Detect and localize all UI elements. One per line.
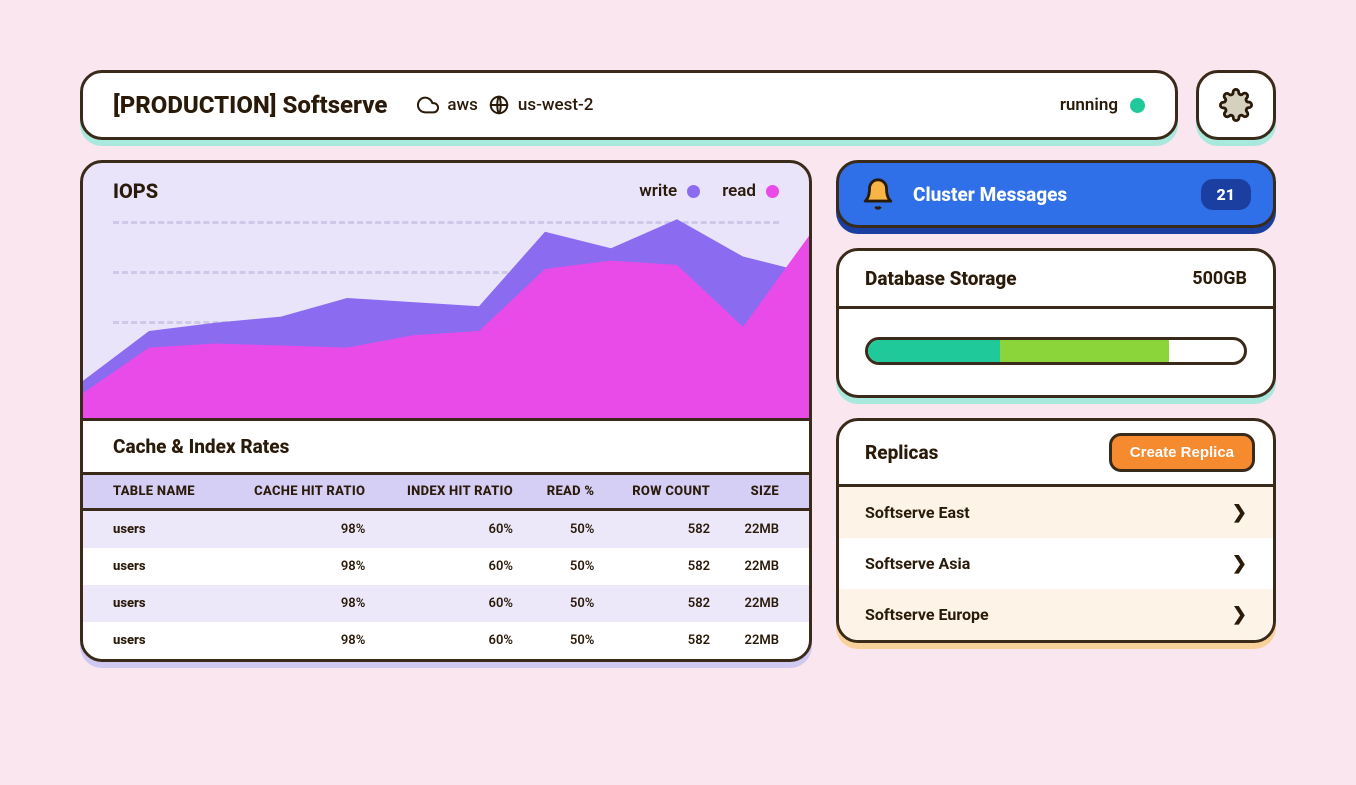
storage-card: Database Storage 500GB (836, 248, 1276, 398)
rates-column-header: CACHE HIT RATIO (224, 474, 378, 510)
rates-column-header: SIZE (722, 474, 809, 510)
iops-card: IOPS write read (80, 160, 812, 662)
replica-name: Softserve East (865, 503, 970, 522)
legend-read-dot-icon (766, 185, 779, 198)
rates-column-header: READ % (525, 474, 606, 510)
replicas-title: Replicas (865, 441, 938, 464)
region-label: us-west-2 (518, 95, 594, 115)
rates-column-header: INDEX HIT RATIO (377, 474, 525, 510)
table-row: users98%60%50%58222MB (83, 585, 809, 622)
rates-table: TABLE NAMECACHE HIT RATIOINDEX HIT RATIO… (83, 472, 809, 659)
iops-title: IOPS (113, 179, 158, 203)
chart-legend: write read (639, 181, 779, 201)
status-dot-icon (1130, 98, 1145, 113)
status-label: running (1060, 95, 1118, 115)
storage-progress-bar (865, 337, 1247, 365)
chevron-right-icon: ❯ (1232, 553, 1247, 574)
replica-row[interactable]: Softserve East ❯ (839, 487, 1273, 538)
rates-table-header-row: TABLE NAMECACHE HIT RATIOINDEX HIT RATIO… (83, 474, 809, 510)
cloud-icon (417, 94, 439, 116)
status-indicator: running (1060, 95, 1145, 115)
cluster-messages-card[interactable]: Cluster Messages 21 (836, 160, 1276, 228)
messages-title: Cluster Messages (913, 183, 1183, 206)
table-row: users98%60%50%58222MB (83, 622, 809, 659)
provider-label: aws (447, 95, 478, 115)
replica-name: Softserve Europe (865, 605, 989, 624)
storage-value: 500GB (1192, 268, 1247, 289)
header-meta: aws us-west-2 (417, 94, 593, 116)
messages-count-badge: 21 (1201, 179, 1251, 210)
replica-row[interactable]: Softserve Europe ❯ (839, 589, 1273, 640)
rates-table-body: users98%60%50%58222MBusers98%60%50%58222… (83, 510, 809, 660)
header-card: [PRODUCTION] Softserve aws us-west-2 r (80, 70, 1178, 140)
storage-title: Database Storage (865, 267, 1017, 290)
table-row: users98%60%50%58222MB (83, 510, 809, 549)
rates-column-header: TABLE NAME (83, 474, 224, 510)
settings-button[interactable] (1196, 70, 1276, 140)
globe-icon (488, 94, 510, 116)
table-row: users98%60%50%58222MB (83, 548, 809, 585)
replica-name: Softserve Asia (865, 554, 970, 573)
page-title: [PRODUCTION] Softserve (113, 91, 387, 119)
replica-row[interactable]: Softserve Asia ❯ (839, 538, 1273, 589)
rates-column-header: ROW COUNT (606, 474, 722, 510)
legend-write-dot-icon (687, 185, 700, 198)
legend-read-label: read (722, 181, 756, 201)
gear-icon (1219, 88, 1253, 122)
iops-chart-svg (83, 211, 809, 418)
chevron-right-icon: ❯ (1232, 502, 1247, 523)
bell-icon (861, 177, 895, 211)
rates-header: Cache & Index Rates (83, 421, 809, 472)
legend-write-label: write (639, 181, 677, 201)
chevron-right-icon: ❯ (1232, 604, 1247, 625)
rates-title: Cache & Index Rates (113, 435, 779, 458)
replicas-card: Replicas Create Replica Softserve East❯S… (836, 418, 1276, 643)
replicas-list: Softserve East❯Softserve Asia❯Softserve … (839, 487, 1273, 640)
create-replica-button[interactable]: Create Replica (1109, 433, 1255, 472)
iops-chart (83, 211, 809, 421)
